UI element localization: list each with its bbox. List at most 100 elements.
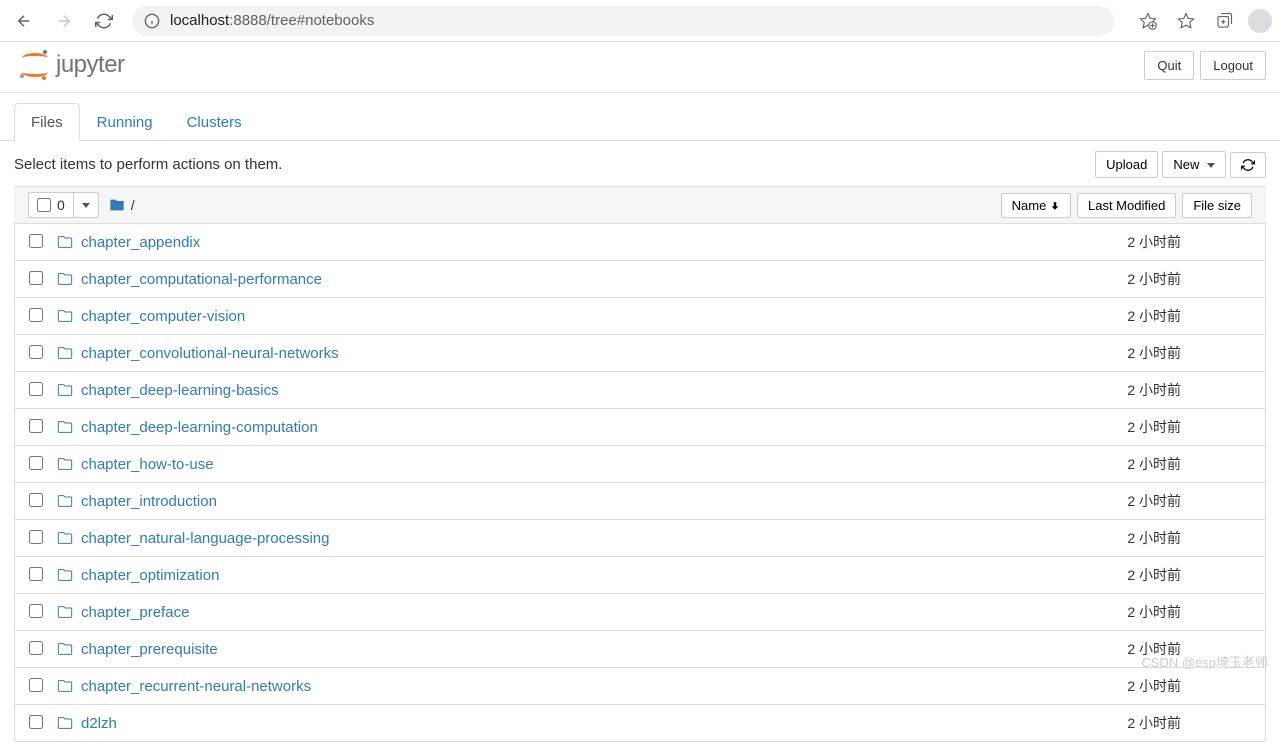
- folder-icon[interactable]: [109, 197, 125, 213]
- jupyter-logo-mark: [20, 50, 50, 80]
- select-all-checkbox-wrap: 0: [29, 193, 73, 217]
- file-checkbox[interactable]: [29, 456, 43, 470]
- browser-chrome: localhost:8888/tree#notebooks: [0, 0, 1280, 42]
- file-modified: 2 小时前: [1086, 343, 1181, 363]
- toolbar: Select items to perform actions on them.…: [0, 141, 1280, 186]
- sort-name-button[interactable]: Name: [1001, 193, 1071, 218]
- file-name-link[interactable]: chapter_appendix: [81, 234, 200, 251]
- file-checkbox[interactable]: [29, 419, 43, 433]
- jupyter-logo[interactable]: jupyter: [20, 50, 125, 80]
- file-checkbox[interactable]: [29, 604, 43, 618]
- file-checkbox[interactable]: [29, 382, 43, 396]
- file-modified: 2 小时前: [1086, 269, 1181, 289]
- folder-icon: [57, 345, 73, 361]
- url-bar[interactable]: localhost:8888/tree#notebooks: [132, 6, 1114, 36]
- file-modified: 2 小时前: [1086, 565, 1181, 585]
- folder-icon: [57, 493, 73, 509]
- file-list: chapter_appendix2 小时前chapter_computation…: [14, 224, 1266, 742]
- sort-size-button[interactable]: File size: [1182, 193, 1252, 218]
- favorites-icon[interactable]: [1172, 7, 1200, 35]
- tab-bar: Files Running Clusters: [0, 103, 1280, 141]
- file-row: chapter_how-to-use 2 小时前: [14, 446, 1266, 483]
- file-name-link[interactable]: chapter_preface: [81, 604, 189, 621]
- file-name-link[interactable]: chapter_recurrent-neural-networks: [81, 678, 311, 695]
- jupyter-header: jupyter Quit Logout: [0, 42, 1280, 93]
- hint-text: Select items to perform actions on them.: [14, 156, 282, 173]
- file-name-link[interactable]: chapter_introduction: [81, 493, 217, 510]
- folder-icon: [57, 234, 73, 250]
- file-modified: 2 小时前: [1086, 491, 1181, 511]
- file-row: chapter_appendix 2 小时前: [14, 224, 1266, 261]
- jupyter-logo-text: jupyter: [56, 51, 125, 79]
- file-name-link[interactable]: chapter_convolutional-neural-networks: [81, 345, 339, 362]
- file-row: d2lzh2 小时前: [14, 705, 1266, 742]
- file-name-link[interactable]: chapter_how-to-use: [81, 456, 214, 473]
- file-checkbox[interactable]: [29, 641, 43, 655]
- file-modified: 2 小时前: [1086, 602, 1181, 622]
- favorites-add-icon[interactable]: [1134, 7, 1162, 35]
- folder-icon: [57, 382, 73, 398]
- file-name-link[interactable]: chapter_optimization: [81, 567, 219, 584]
- file-row: chapter_deep-learning-computation 2 小时前: [14, 409, 1266, 446]
- file-modified: 2 小时前: [1086, 676, 1181, 696]
- folder-icon: [57, 678, 73, 694]
- file-checkbox[interactable]: [29, 345, 43, 359]
- folder-icon: [57, 641, 73, 657]
- file-checkbox[interactable]: [29, 715, 43, 729]
- selected-count: 0: [57, 197, 65, 213]
- file-modified: 2 小时前: [1086, 232, 1181, 252]
- file-name-link[interactable]: chapter_natural-language-processing: [81, 530, 330, 547]
- file-checkbox[interactable]: [29, 234, 43, 248]
- breadcrumb-root[interactable]: /: [131, 197, 135, 213]
- tab-clusters[interactable]: Clusters: [170, 103, 259, 141]
- file-row: chapter_convolutional-neural-networks 2 小…: [14, 335, 1266, 372]
- new-button[interactable]: New: [1162, 151, 1226, 178]
- file-modified: 2 小时前: [1086, 454, 1181, 474]
- folder-icon: [57, 308, 73, 324]
- file-checkbox[interactable]: [29, 530, 43, 544]
- upload-button[interactable]: Upload: [1095, 151, 1158, 178]
- file-row: chapter_preface 2 小时前: [14, 594, 1266, 631]
- select-all-group: 0: [28, 192, 99, 218]
- sort-modified-button[interactable]: Last Modified: [1077, 193, 1176, 218]
- select-all-checkbox[interactable]: [37, 198, 51, 212]
- file-name-link[interactable]: chapter_prerequisite: [81, 641, 218, 658]
- file-row: chapter_recurrent-neural-networks 2 小时前: [14, 668, 1266, 705]
- tab-running[interactable]: Running: [80, 103, 170, 141]
- folder-icon: [57, 567, 73, 583]
- folder-icon: [57, 419, 73, 435]
- folder-icon: [57, 530, 73, 546]
- collections-icon[interactable]: [1210, 7, 1238, 35]
- tab-files[interactable]: Files: [14, 103, 80, 141]
- forward-button[interactable]: [48, 5, 80, 37]
- file-name-link[interactable]: chapter_computer-vision: [81, 308, 245, 325]
- file-name-link[interactable]: d2lzh: [81, 715, 117, 732]
- file-modified: 2 小时前: [1086, 639, 1181, 659]
- folder-icon: [57, 456, 73, 472]
- file-checkbox[interactable]: [29, 678, 43, 692]
- folder-icon: [57, 604, 73, 620]
- logout-button[interactable]: Logout: [1200, 51, 1266, 80]
- file-name-link[interactable]: chapter_deep-learning-computation: [81, 419, 318, 436]
- file-row: chapter_computational-performance 2 小时前: [14, 261, 1266, 298]
- folder-icon: [57, 715, 73, 731]
- file-name-link[interactable]: chapter_computational-performance: [81, 271, 322, 288]
- file-row: chapter_deep-learning-basics2 小时前: [14, 372, 1266, 409]
- file-row: chapter_prerequisite 2 小时前: [14, 631, 1266, 668]
- profile-avatar[interactable]: [1248, 9, 1272, 33]
- select-dropdown[interactable]: [73, 193, 98, 217]
- file-row: chapter_natural-language-processing2 小时前: [14, 520, 1266, 557]
- refresh-list-button[interactable]: [1230, 152, 1266, 178]
- file-row: chapter_computer-vision2 小时前: [14, 298, 1266, 335]
- refresh-button[interactable]: [88, 5, 120, 37]
- file-name-link[interactable]: chapter_deep-learning-basics: [81, 382, 279, 399]
- file-modified: 2 小时前: [1086, 417, 1181, 437]
- quit-button[interactable]: Quit: [1144, 51, 1194, 80]
- file-checkbox[interactable]: [29, 493, 43, 507]
- back-button[interactable]: [8, 5, 40, 37]
- file-checkbox[interactable]: [29, 567, 43, 581]
- file-checkbox[interactable]: [29, 271, 43, 285]
- file-row: chapter_optimization 2 小时前: [14, 557, 1266, 594]
- chevron-down-icon: [82, 203, 90, 208]
- file-checkbox[interactable]: [29, 308, 43, 322]
